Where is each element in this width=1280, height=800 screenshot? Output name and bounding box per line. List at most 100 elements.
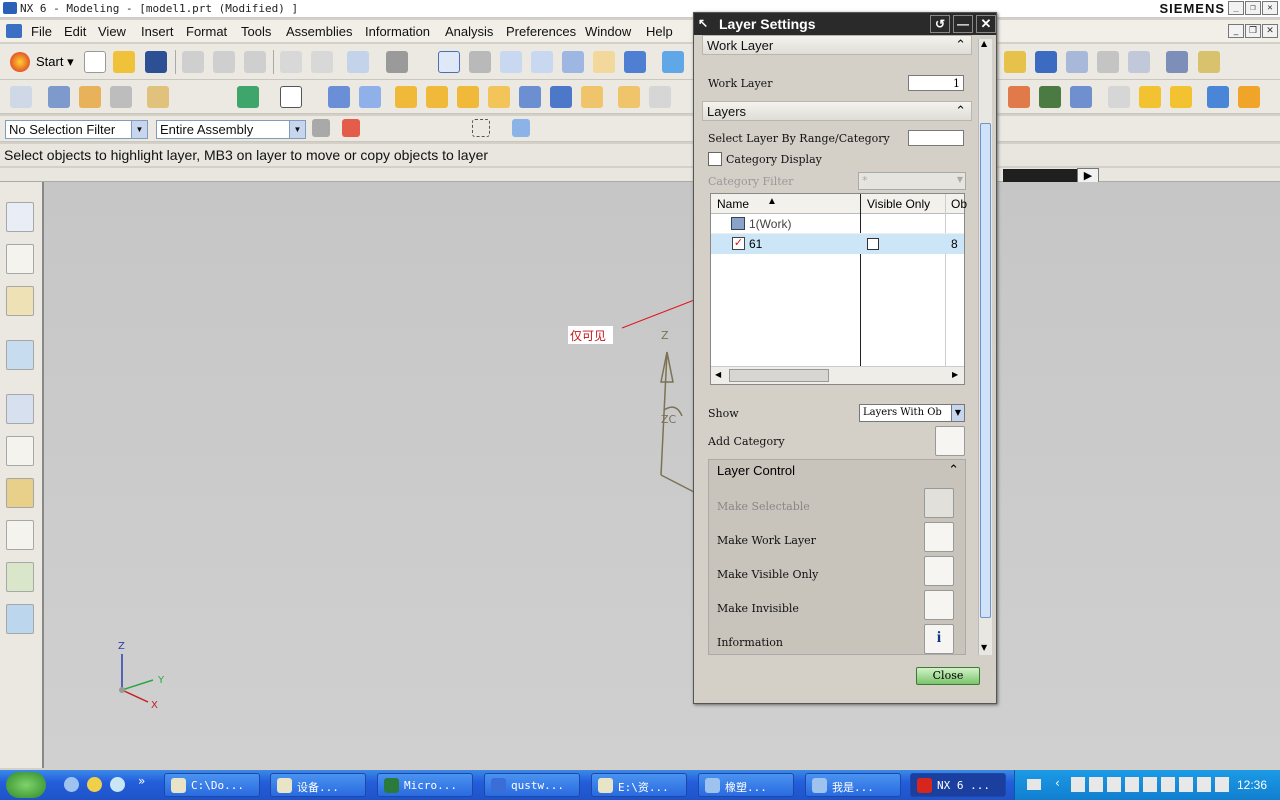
assembly-navigator-tab[interactable] — [6, 202, 34, 232]
column-header-name[interactable]: Name — [717, 197, 749, 211]
analysis-icon[interactable] — [1004, 51, 1026, 73]
fit-icon[interactable] — [438, 51, 460, 73]
new-file-icon[interactable] — [84, 51, 106, 73]
filter-settings-icon[interactable] — [312, 119, 330, 137]
qq-quicklaunch-icon[interactable] — [87, 777, 102, 792]
perspective-icon[interactable] — [624, 51, 646, 73]
task-button[interactable]: qustw... — [484, 773, 580, 797]
make-visible-only-button[interactable] — [924, 556, 954, 586]
task-button[interactable]: C:\Do... — [164, 773, 260, 797]
plane-icon[interactable] — [280, 86, 302, 108]
menu-window[interactable]: Window — [585, 24, 631, 39]
keyboard-icon[interactable] — [1027, 779, 1041, 790]
palette-tab[interactable] — [6, 436, 34, 466]
ruler-icon[interactable] — [1166, 51, 1188, 73]
work-layer-input[interactable]: 1 — [908, 75, 964, 91]
web-browser-tab[interactable] — [6, 340, 34, 370]
system-materials-tab[interactable] — [6, 604, 34, 634]
reset-icon[interactable]: ↺ — [930, 15, 950, 33]
drafting-icon[interactable] — [1198, 51, 1220, 73]
section-icon[interactable] — [79, 86, 101, 108]
datum-icon[interactable] — [147, 86, 169, 108]
scroll-up-icon[interactable]: ▲ — [981, 39, 987, 48]
make-work-layer-button[interactable] — [924, 522, 954, 552]
pan-icon[interactable] — [593, 51, 615, 73]
start-button[interactable]: Start ▾ — [6, 50, 78, 74]
collapse-icon[interactable]: ⌃ — [948, 462, 959, 478]
scroll-right-icon[interactable]: ▶ — [952, 370, 958, 379]
chevron-down-icon[interactable]: ▼ — [131, 121, 147, 138]
layer-control-section-header[interactable]: Layer Control ⌃ — [709, 460, 965, 482]
undo-icon[interactable] — [280, 51, 302, 73]
make-invisible-button[interactable] — [924, 590, 954, 620]
point-icon[interactable] — [1035, 51, 1057, 73]
close-button[interactable]: ✕ — [1262, 1, 1278, 15]
cube-color-icon[interactable] — [1139, 86, 1161, 108]
dialog-title-bar[interactable]: ↖ Layer Settings ↺ — ✕ — [694, 13, 996, 35]
menu-assemblies[interactable]: Assemblies — [286, 24, 352, 39]
show-combo[interactable]: Layers With Ob ▼ — [859, 404, 965, 422]
zoom-window-icon[interactable] — [469, 51, 491, 73]
zoom-icon[interactable] — [500, 51, 522, 73]
rendering-icon[interactable] — [1070, 86, 1092, 108]
cube-select-icon[interactable] — [512, 119, 530, 137]
orient-icon[interactable] — [1207, 86, 1229, 108]
repeat-command-icon[interactable] — [347, 51, 369, 73]
tray-expand-icon[interactable]: ‹ — [1055, 776, 1060, 790]
table-hscrollbar[interactable]: ◀ ▶ — [711, 366, 964, 384]
layers-section-header[interactable]: Layers ⌃ — [702, 101, 972, 121]
task-button[interactable]: 我是... — [805, 773, 901, 797]
reuse-library-tab[interactable] — [6, 520, 34, 550]
copy-icon[interactable] — [213, 51, 235, 73]
scroll-thumb[interactable] — [980, 123, 991, 618]
hole-icon[interactable] — [519, 86, 541, 108]
menu-information[interactable]: Information — [365, 24, 430, 39]
pad-icon[interactable] — [618, 86, 640, 108]
add-category-button[interactable] — [935, 426, 965, 456]
doc-restore-button[interactable]: ❐ — [1245, 24, 1261, 38]
chevron-down-icon[interactable]: ▼ — [951, 405, 964, 421]
redo-icon[interactable] — [311, 51, 333, 73]
edge-blend-icon[interactable] — [426, 86, 448, 108]
windows-start-icon[interactable] — [6, 772, 46, 798]
menu-help[interactable]: Help — [646, 24, 673, 39]
dialog-close-icon[interactable]: ✕ — [976, 15, 996, 33]
ie-quicklaunch-icon[interactable] — [64, 777, 79, 792]
menu-preferences[interactable]: Preferences — [506, 24, 576, 39]
history-tab[interactable] — [6, 394, 34, 424]
hscroll-thumb[interactable] — [729, 369, 829, 382]
menu-file[interactable]: File — [31, 24, 52, 39]
scroll-down-icon[interactable]: ▼ — [981, 643, 987, 652]
open-folder-icon[interactable] — [113, 51, 135, 73]
selection-filter-combo[interactable]: No Selection Filter ▼ — [5, 120, 148, 139]
pocket-icon[interactable] — [581, 86, 603, 108]
analysis-tab[interactable] — [6, 478, 34, 508]
collapse-icon[interactable]: ⌃ — [955, 37, 966, 53]
selection-mode-icon[interactable] — [472, 119, 490, 137]
part-navigator-tab[interactable] — [6, 286, 34, 316]
more-quicklaunch-icon[interactable]: » — [138, 774, 145, 788]
chevron-down-icon[interactable]: ▼ — [289, 121, 305, 138]
task-button[interactable]: 设备... — [270, 773, 366, 797]
collapse-icon[interactable]: ⌃ — [955, 103, 966, 119]
minimize-button[interactable]: _ — [1228, 1, 1244, 15]
browser-quicklaunch-icon[interactable] — [110, 777, 125, 792]
shell-icon[interactable] — [488, 86, 510, 108]
layer-visible-checkbox[interactable]: ✓ — [732, 237, 745, 250]
menu-edit[interactable]: Edit — [64, 24, 86, 39]
work-layer-section-header[interactable]: Work Layer ⌃ — [702, 35, 972, 55]
restore-button[interactable]: ❐ — [1245, 1, 1261, 15]
table-row[interactable]: 1(Work) — [711, 214, 964, 234]
category-display-checkbox[interactable] — [708, 152, 722, 166]
task-button[interactable]: Micro... — [377, 773, 473, 797]
view-orient-icon[interactable] — [662, 51, 684, 73]
save-icon[interactable] — [145, 51, 167, 73]
paint-icon[interactable] — [1238, 86, 1260, 108]
close-dialog-button[interactable]: Close — [916, 667, 980, 685]
filter-tool-icon[interactable] — [1128, 51, 1150, 73]
measure-icon[interactable] — [1066, 51, 1088, 73]
paste-icon[interactable] — [244, 51, 266, 73]
revolve-icon[interactable] — [359, 86, 381, 108]
slot-icon[interactable] — [649, 86, 671, 108]
graphics-window[interactable]: Z ZC Z Y X 仅可见 — [44, 182, 1280, 768]
